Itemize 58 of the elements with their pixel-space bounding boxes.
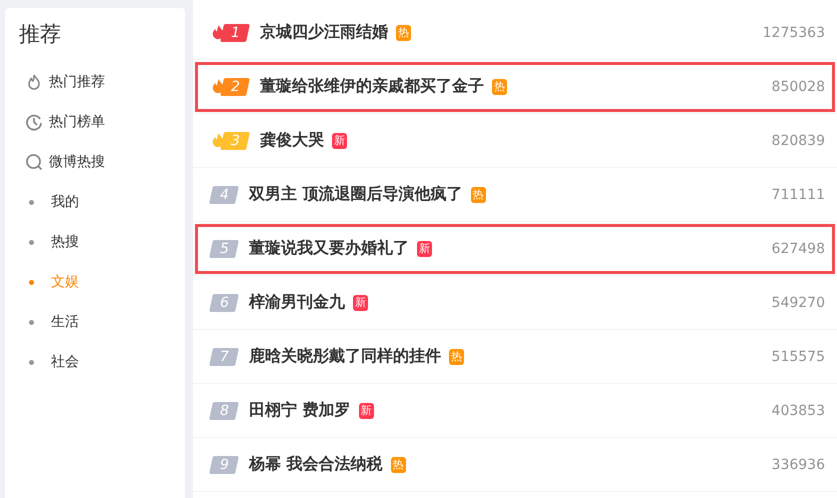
topic-badge: 新 <box>332 132 347 148</box>
topic-title: 杨幂 我会合法纳税 <box>249 454 383 475</box>
rank-tag: 4 <box>209 186 239 204</box>
hot-search-row[interactable]: 8 田栩宁 费加罗 新 403853 <box>193 384 837 438</box>
hot-search-row[interactable]: 5 董璇说我又要办婚礼了 新 627498 <box>193 222 837 276</box>
topic-badge: 热 <box>492 78 507 94</box>
sidebar-item[interactable]: 生活 <box>19 302 87 342</box>
rank-tag: 5 <box>209 240 239 258</box>
hot-search-row[interactable]: 6 梓渝男刊金九 新 549270 <box>193 276 837 330</box>
rank-tag: 6 <box>209 294 239 312</box>
heat-count: 403853 <box>772 402 825 418</box>
heat-count: 549270 <box>772 294 825 310</box>
topic-badge: 热 <box>449 348 464 364</box>
heat-count: 627498 <box>772 240 825 256</box>
bullet-dot <box>29 200 34 204</box>
sidebar-item[interactable]: 热搜 <box>19 222 87 262</box>
topic-title: 龚俊大哭 <box>260 130 324 151</box>
clock-icon <box>25 113 43 131</box>
bullet-dot <box>29 240 34 244</box>
heat-count: 850028 <box>772 78 825 94</box>
topic-badge: 新 <box>353 294 368 310</box>
flame-icon <box>25 73 43 91</box>
hot-search-row[interactable]: 4 双男主 顶流退圈后导演他疯了 热 711111 <box>193 168 837 222</box>
heat-count: 1275363 <box>762 24 825 40</box>
topic-badge: 新 <box>358 402 374 418</box>
topic-badge: 新 <box>417 240 432 256</box>
topic-badge: 热 <box>390 456 406 472</box>
bullet-dot <box>29 320 34 324</box>
topic-title: 鹿晗关晓彤戴了同样的挂件 <box>249 346 441 367</box>
hot-search-row[interactable]: 2 董璇给张维伊的亲戚都买了金子 热 850028 <box>193 60 837 114</box>
sidebar-title: 推荐 <box>19 21 61 48</box>
topic-title: 田栩宁 费加罗 <box>249 400 351 421</box>
rank-tag: 7 <box>209 348 239 366</box>
rank-tag: 8 <box>209 402 239 420</box>
heat-count: 711111 <box>772 186 825 202</box>
sidebar-item[interactable]: 热门榜单 <box>19 102 113 142</box>
search-icon <box>25 153 43 171</box>
hot-search-row[interactable]: 3 龚俊大哭 新 820839 <box>193 114 837 168</box>
sidebar-item[interactable]: 热门推荐 <box>19 62 113 102</box>
hot-search-row[interactable]: 7 鹿晗关晓彤戴了同样的挂件 热 515575 <box>193 330 837 384</box>
topic-title: 董璇给张维伊的亲戚都买了金子 <box>260 76 484 97</box>
bullet-dot <box>29 360 34 364</box>
sidebar-item[interactable]: 社会 <box>19 342 87 382</box>
topic-title: 梓渝男刊金九 <box>249 292 345 313</box>
topic-title: 董璇说我又要办婚礼了 <box>249 238 409 259</box>
heat-count: 820839 <box>772 132 825 148</box>
topic-title: 双男主 顶流退圈后导演他疯了 <box>249 184 463 205</box>
sidebar-item[interactable]: 微博热搜 <box>19 142 113 182</box>
hot-search-row[interactable]: 9 杨幂 我会合法纳税 热 336936 <box>193 438 837 492</box>
bullet-dot <box>29 280 34 284</box>
topic-badge: 热 <box>396 24 411 40</box>
heat-count: 515575 <box>772 348 825 364</box>
topic-badge: 热 <box>470 186 486 202</box>
hot-search-row[interactable]: 1 京城四少汪雨结婚 热 1275363 <box>193 6 837 60</box>
rank-tag: 9 <box>209 456 239 474</box>
heat-count: 336936 <box>772 456 825 472</box>
sidebar-item[interactable]: 我的 <box>19 182 87 222</box>
topic-title: 京城四少汪雨结婚 <box>260 22 388 43</box>
